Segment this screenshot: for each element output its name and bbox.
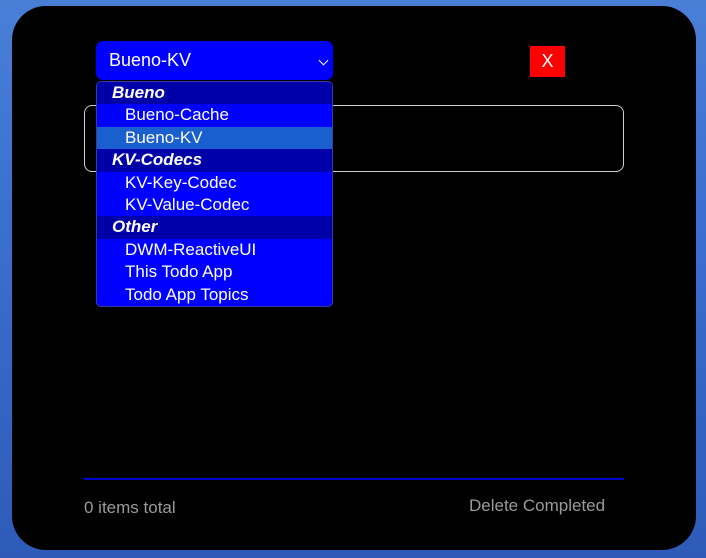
todo-app-panel: Bueno-KV X Bueno Bueno-Cache Bueno-KV KV… <box>12 6 696 550</box>
option-bueno-cache[interactable]: Bueno-Cache <box>97 104 332 126</box>
topic-dropdown-list: Bueno Bueno-Cache Bueno-KV KV-Codecs KV-… <box>96 81 333 307</box>
optgroup-kv-codecs: KV-Codecs <box>97 149 332 172</box>
items-total-count: 0 items total <box>84 498 176 517</box>
option-kv-value-codec[interactable]: KV-Value-Codec <box>97 194 332 216</box>
footer-divider <box>84 478 624 480</box>
option-kv-key-codec[interactable]: KV-Key-Codec <box>97 172 332 194</box>
optgroup-bueno: Bueno <box>97 82 332 105</box>
option-this-todo-app[interactable]: This Todo App <box>97 261 332 283</box>
optgroup-other: Other <box>97 216 332 239</box>
delete-completed-button[interactable]: Delete Completed <box>469 496 605 516</box>
topic-select[interactable]: Bueno-KV <box>96 41 333 80</box>
option-dwm-reactiveui[interactable]: DWM-ReactiveUI <box>97 239 332 261</box>
topic-select-value: Bueno-KV <box>109 50 192 70</box>
chevron-down-icon <box>318 55 329 66</box>
option-bueno-kv[interactable]: Bueno-KV <box>97 126 332 150</box>
option-todo-app-topics[interactable]: Todo App Topics <box>97 284 332 306</box>
close-button[interactable]: X <box>530 46 565 77</box>
